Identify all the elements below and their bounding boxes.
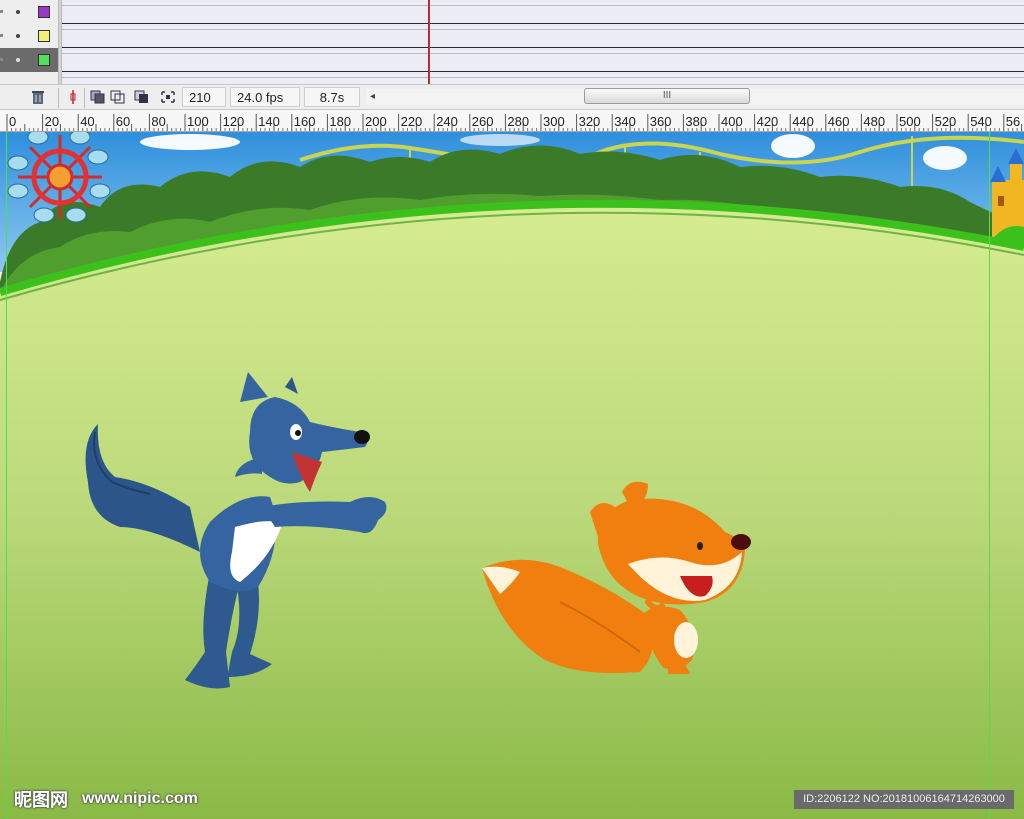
layer-row-1[interactable] bbox=[0, 0, 58, 25]
ruler-label: 56 bbox=[1006, 114, 1020, 129]
ruler-label: 340 bbox=[614, 114, 636, 129]
layer-visibility-icon[interactable] bbox=[0, 10, 3, 13]
scene-artwork bbox=[0, 132, 1024, 819]
onion-skin-outlines-icon[interactable] bbox=[110, 90, 126, 104]
watermark-logo: 昵图网 bbox=[14, 790, 68, 810]
ruler-label: 40 bbox=[80, 114, 94, 129]
ruler-label: 540 bbox=[970, 114, 992, 129]
layer-visibility-icon[interactable] bbox=[0, 58, 3, 61]
ruler-label: 460 bbox=[828, 114, 850, 129]
ruler-label: 500 bbox=[899, 114, 921, 129]
fox-nose bbox=[731, 534, 751, 550]
ruler-label: 0 bbox=[9, 114, 16, 129]
ruler-label: 220 bbox=[401, 114, 423, 129]
ruler-label: 160 bbox=[294, 114, 316, 129]
horizontal-scrollbar-thumb[interactable]: III bbox=[584, 88, 750, 104]
ruler-ticks: 0 20 40 60 80 100 120 140 160 180 200 220 240 260 280 3… bbox=[6, 114, 1023, 131]
watermark-image-id: ID:2206122 NO:20181006164714263000 bbox=[794, 790, 1014, 809]
layer-row-2[interactable] bbox=[0, 24, 58, 49]
onion-skin-icon[interactable] bbox=[90, 90, 106, 104]
ruler-label: 240 bbox=[436, 114, 458, 129]
ruler-label: 480 bbox=[863, 114, 885, 129]
ruler-label: 60 bbox=[116, 114, 130, 129]
watermark-site: www.nipic.com bbox=[82, 790, 198, 807]
center-frame-icon[interactable] bbox=[66, 90, 80, 104]
frame-row-1[interactable] bbox=[62, 0, 1024, 24]
edit-multiple-frames-icon[interactable] bbox=[134, 90, 150, 104]
layer-lock-icon[interactable] bbox=[16, 10, 20, 14]
stage-guide-left[interactable] bbox=[6, 132, 7, 819]
layer-visibility-icon[interactable] bbox=[0, 34, 3, 37]
playhead[interactable] bbox=[428, 0, 430, 84]
ruler-label: 140 bbox=[258, 114, 280, 129]
layer-list-spacer bbox=[0, 72, 58, 84]
modify-onion-markers-icon[interactable] bbox=[160, 90, 176, 104]
ruler-label: 260 bbox=[472, 114, 494, 129]
ruler-label: 320 bbox=[579, 114, 601, 129]
toolbar-separator bbox=[84, 88, 85, 108]
ruler-label: 520 bbox=[935, 114, 957, 129]
ruler-label: 420 bbox=[757, 114, 779, 129]
ruler-label: 440 bbox=[792, 114, 814, 129]
layer-outline-swatch[interactable] bbox=[38, 54, 50, 66]
stage-ruler: 0 20 40 60 80 100 120 140 160 180 200 220 240 260 280 3… bbox=[0, 110, 1024, 132]
frame-row-empty bbox=[62, 72, 1024, 84]
ruler-label: 120 bbox=[223, 114, 245, 129]
stage-canvas[interactable] bbox=[0, 132, 1024, 819]
ruler-label: 280 bbox=[507, 114, 529, 129]
layer-outline-swatch[interactable] bbox=[38, 30, 50, 42]
elapsed-time-field: 8.7s bbox=[304, 87, 360, 107]
frame-row-3[interactable] bbox=[62, 48, 1024, 72]
ruler-label: 80 bbox=[151, 114, 165, 129]
layer-outline-swatch[interactable] bbox=[38, 6, 50, 18]
wolf-nose bbox=[354, 430, 370, 444]
ruler-label: 200 bbox=[365, 114, 387, 129]
ruler-label: 380 bbox=[685, 114, 707, 129]
current-frame-field[interactable]: 210 bbox=[182, 87, 226, 107]
scroll-left-arrow[interactable]: ◂ bbox=[370, 89, 380, 105]
ruler-label: 360 bbox=[650, 114, 672, 129]
frame-row-2[interactable] bbox=[62, 24, 1024, 48]
ruler-label: 400 bbox=[721, 114, 743, 129]
layer-row-3[interactable] bbox=[0, 48, 58, 73]
stage-guide-right[interactable] bbox=[989, 132, 990, 819]
ruler-label: 300 bbox=[543, 114, 565, 129]
ruler-label: 20 bbox=[45, 114, 59, 129]
ruler-label: 180 bbox=[329, 114, 351, 129]
fox-eye bbox=[697, 542, 703, 550]
timeline-toolbar: 210 24.0 fps 8.7s ◂ III bbox=[0, 84, 1024, 110]
trash-icon[interactable] bbox=[30, 90, 46, 104]
layer-lock-icon[interactable] bbox=[16, 34, 20, 38]
layer-lock-icon[interactable] bbox=[16, 58, 20, 62]
frame-rate-field[interactable]: 24.0 fps bbox=[230, 87, 300, 107]
toolbar-separator bbox=[58, 88, 59, 108]
timeline-panel bbox=[0, 0, 1024, 84]
ruler-label: 100 bbox=[187, 114, 209, 129]
